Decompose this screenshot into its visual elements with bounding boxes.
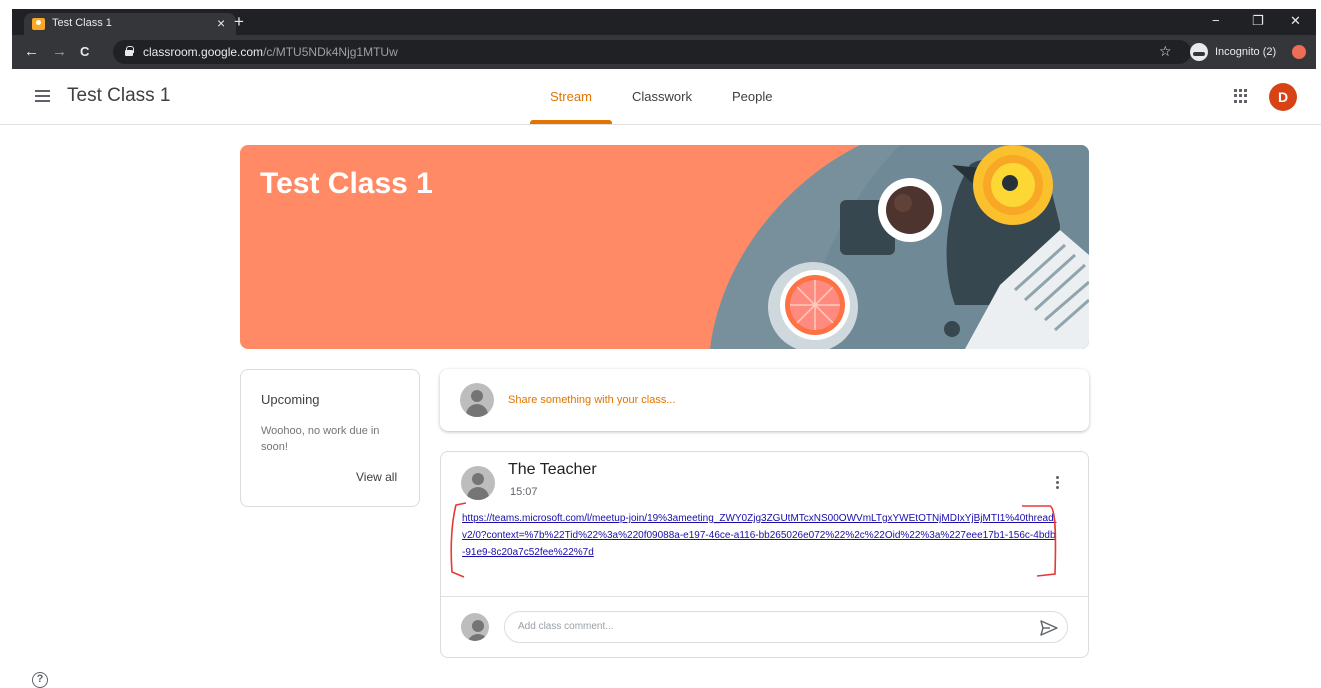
post-author: The Teacher: [508, 461, 597, 478]
meeting-link[interactable]: https://teams.microsoft.com/l/meetup-joi…: [462, 510, 1057, 561]
lock-icon: [125, 46, 134, 56]
commenter-avatar-icon: [461, 613, 489, 641]
announcement-post: The Teacher 15:07 https://teams.microsof…: [440, 451, 1089, 658]
menu-icon[interactable]: [35, 90, 50, 102]
minimize-button[interactable]: −: [1212, 13, 1220, 28]
tab-people[interactable]: People: [732, 89, 772, 104]
user-avatar-icon: [460, 383, 494, 417]
banner-title: Test Class 1: [260, 167, 433, 200]
forward-button[interactable]: →: [52, 43, 67, 60]
browser-tab[interactable]: Test Class 1 ×: [24, 13, 236, 35]
tab-classwork[interactable]: Classwork: [632, 89, 692, 104]
upcoming-card: Upcoming Woohoo, no work due in soon! Vi…: [240, 369, 420, 507]
address-bar[interactable]: classroom.google.com/c/MTU5NDk4Njg1MTUw: [113, 40, 1191, 64]
close-window-button[interactable]: ✕: [1290, 13, 1301, 29]
tab-close-icon[interactable]: ×: [217, 15, 225, 31]
classroom-header: Test Class 1 Stream Classwork People D: [0, 69, 1321, 125]
upcoming-title: Upcoming: [261, 392, 320, 407]
new-tab-button[interactable]: +: [234, 12, 244, 32]
more-options-icon[interactable]: [1056, 476, 1060, 492]
tab-title: Test Class 1: [52, 17, 112, 29]
back-button[interactable]: ←: [24, 43, 39, 60]
url-text: classroom.google.com/c/MTU5NDk4Njg1MTUw: [143, 45, 398, 59]
post-time: 15:07: [510, 486, 538, 498]
browser-tab-bar: Test Class 1 × + − ❐ ✕: [12, 9, 1316, 35]
reload-button[interactable]: C: [80, 44, 89, 59]
update-icon[interactable]: [1292, 45, 1306, 59]
browser-toolbar: ← → C classroom.google.com/c/MTU5NDk4Njg…: [12, 35, 1316, 69]
author-avatar-icon: [461, 466, 495, 500]
incognito-label[interactable]: Incognito (2): [1215, 46, 1276, 58]
share-placeholder[interactable]: Share something with your class...: [508, 394, 676, 406]
class-comment-input[interactable]: Add class comment...: [504, 611, 1068, 643]
share-box[interactable]: Share something with your class...: [440, 369, 1089, 431]
comment-placeholder: Add class comment...: [518, 621, 614, 632]
apps-grid-icon[interactable]: [1234, 89, 1248, 103]
help-icon[interactable]: ?: [32, 672, 48, 688]
incognito-icon[interactable]: [1190, 43, 1208, 61]
send-icon[interactable]: [1040, 620, 1058, 636]
account-avatar[interactable]: D: [1269, 83, 1297, 111]
bookmark-star-icon[interactable]: ☆: [1159, 43, 1172, 60]
upcoming-text: Woohoo, no work due in soon!: [261, 425, 380, 453]
classroom-favicon-icon: [32, 18, 45, 30]
active-tab-indicator: [530, 120, 612, 124]
tab-stream[interactable]: Stream: [550, 89, 592, 104]
class-banner: Test Class 1: [240, 145, 1089, 349]
restore-button[interactable]: ❐: [1252, 13, 1264, 29]
page-title[interactable]: Test Class 1: [67, 85, 170, 107]
view-all-link[interactable]: View all: [356, 470, 397, 484]
divider: [441, 596, 1088, 597]
